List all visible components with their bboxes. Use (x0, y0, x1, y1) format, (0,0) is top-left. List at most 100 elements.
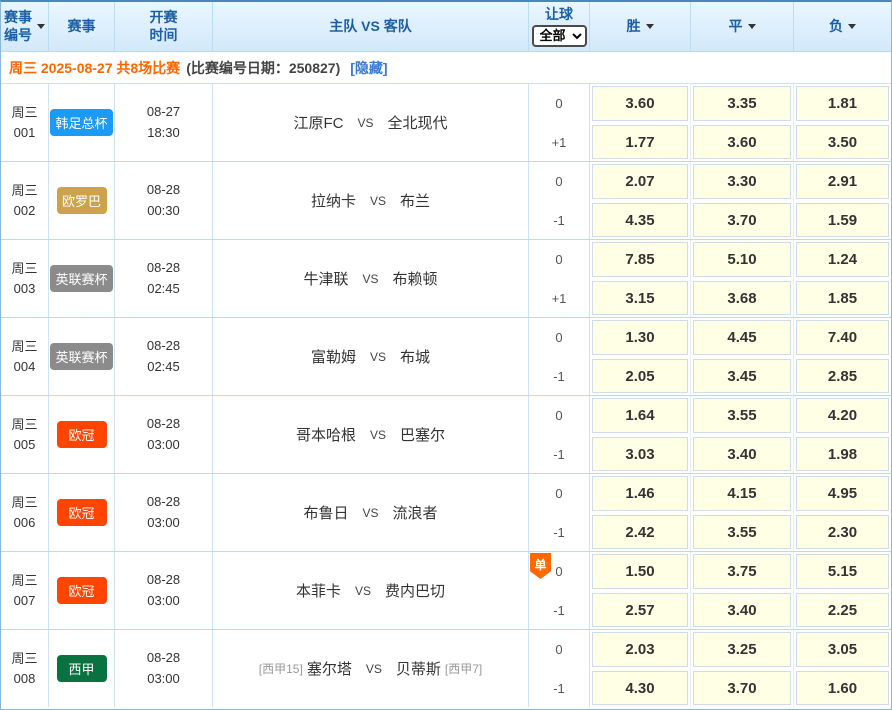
odds-draw[interactable]: 3.25 (693, 632, 791, 667)
odds-win[interactable]: 2.03 (592, 632, 688, 667)
col-league-label: 赛事 (68, 18, 96, 36)
league-cell: 欧冠 (49, 474, 115, 551)
handicap-filter-select[interactable]: 全部 (532, 25, 587, 47)
odds-win[interactable]: 1.64 (592, 398, 688, 433)
col-header-match-no[interactable]: 赛事 编号 (1, 2, 49, 51)
odds-lose[interactable]: 1.81 (796, 86, 889, 121)
teams-cell: 布鲁日 VS 流浪者 (213, 474, 529, 551)
odds-draw[interactable]: 4.45 (693, 320, 791, 355)
odds-win[interactable]: 2.57 (592, 593, 688, 627)
odds-cell: 7.40 (794, 318, 891, 357)
teams-cell: 哥本哈根 VS 巴塞尔 (213, 396, 529, 473)
odds-win[interactable]: 2.07 (592, 164, 688, 199)
odds-lose[interactable]: 1.98 (796, 437, 889, 471)
handicap-value: 0 (555, 408, 562, 423)
odds-win[interactable]: 2.42 (592, 515, 688, 549)
league-badge[interactable]: 西甲 (57, 655, 107, 682)
odds-draw[interactable]: 4.15 (693, 476, 791, 511)
handicap-value: 0 (555, 486, 562, 501)
odds-draw[interactable]: 3.30 (693, 164, 791, 199)
odds-win[interactable]: 3.60 (592, 86, 688, 121)
odds-lose[interactable]: 7.40 (796, 320, 889, 355)
odds-win[interactable]: 1.77 (592, 125, 688, 159)
league-badge[interactable]: 英联赛杯 (50, 343, 112, 370)
odds-cell: 3.60 (590, 84, 691, 123)
odds-lose[interactable]: 2.25 (796, 593, 889, 627)
odds-cell: 2.42 (590, 513, 691, 551)
odds-draw[interactable]: 3.70 (693, 671, 791, 705)
odds-cell: 3.03 (590, 435, 691, 473)
match-number-cell: 周三 004 (1, 318, 49, 395)
kickoff-date: 08-28 (147, 492, 180, 513)
lose-caret-icon[interactable] (848, 24, 856, 29)
draw-caret-icon[interactable] (748, 24, 756, 29)
league-badge[interactable]: 欧冠 (57, 421, 107, 448)
odds-lose[interactable]: 1.60 (796, 671, 889, 705)
kickoff-time: 18:30 (147, 123, 180, 144)
col-header-draw[interactable]: 平 (691, 2, 794, 51)
col-teams-label: 主队 VS 客队 (329, 18, 411, 36)
odds-draw[interactable]: 5.10 (693, 242, 791, 277)
odds-lose[interactable]: 2.91 (796, 164, 889, 199)
odds-draw[interactable]: 3.45 (693, 359, 791, 393)
odds-win[interactable]: 4.35 (592, 203, 688, 237)
odds-draw[interactable]: 3.75 (693, 554, 791, 589)
odds-lose[interactable]: 1.24 (796, 242, 889, 277)
odds-win[interactable]: 2.05 (592, 359, 688, 393)
odds-draw[interactable]: 3.60 (693, 125, 791, 159)
col-header-handicap: 让球 全部 (529, 2, 590, 51)
odds-lose[interactable]: 4.20 (796, 398, 889, 433)
league-badge[interactable]: 欧冠 (57, 499, 107, 526)
handicap-cell-bottom: +1 (529, 279, 590, 317)
odds-draw[interactable]: 3.40 (693, 593, 791, 627)
odds-cell: 4.30 (590, 669, 691, 707)
odds-lose[interactable]: 1.85 (796, 281, 889, 315)
kickoff-time: 02:45 (147, 279, 180, 300)
match-code-info: (比赛编号日期：250827) (186, 58, 340, 78)
odds-win[interactable]: 1.30 (592, 320, 688, 355)
odds-cell: 1.98 (794, 435, 891, 473)
odds-lose[interactable]: 3.50 (796, 125, 889, 159)
handicap-value: 0 (555, 174, 562, 189)
odds-lose[interactable]: 4.95 (796, 476, 889, 511)
handicap-cell-bottom: -1 (529, 357, 590, 395)
league-badge[interactable]: 韩足总杯 (50, 109, 112, 136)
odds-lose[interactable]: 2.85 (796, 359, 889, 393)
odds-win[interactable]: 1.50 (592, 554, 688, 589)
odds-draw[interactable]: 3.40 (693, 437, 791, 471)
handicap-value: +1 (552, 291, 567, 306)
col-header-time: 开赛 时间 (115, 2, 213, 51)
match-number-cell: 周三 007 (1, 552, 49, 629)
odds-win[interactable]: 7.85 (592, 242, 688, 277)
handicap-cell-bottom: -1 (529, 669, 590, 707)
odds-draw[interactable]: 3.35 (693, 86, 791, 121)
odds-lose[interactable]: 5.15 (796, 554, 889, 589)
odds-draw[interactable]: 3.55 (693, 515, 791, 549)
handicap-cell-top: 0 (529, 630, 590, 669)
match-row: 周三 008 西甲 08-28 03:00 [西甲15] 塞尔塔 VS 贝蒂斯 … (1, 630, 891, 708)
match-number-cell: 周三 003 (1, 240, 49, 317)
handicap-value: -1 (553, 681, 565, 696)
odds-lose[interactable]: 2.30 (796, 515, 889, 549)
odds-lose[interactable]: 3.05 (796, 632, 889, 667)
odds-draw[interactable]: 3.70 (693, 203, 791, 237)
odds-lose[interactable]: 1.59 (796, 203, 889, 237)
odds-win[interactable]: 1.46 (592, 476, 688, 511)
win-caret-icon[interactable] (646, 24, 654, 29)
league-cell: 韩足总杯 (49, 84, 115, 161)
handicap-cell-top: 0 (529, 318, 590, 357)
col-header-lose[interactable]: 负 (794, 2, 891, 51)
league-badge[interactable]: 英联赛杯 (50, 265, 112, 292)
sort-caret-icon[interactable] (37, 24, 45, 29)
hide-link[interactable]: [隐藏] (350, 58, 387, 78)
vs-label: VS (357, 116, 373, 130)
league-badge[interactable]: 欧冠 (57, 577, 107, 604)
odds-draw[interactable]: 3.68 (693, 281, 791, 315)
odds-win[interactable]: 4.30 (592, 671, 688, 705)
league-badge[interactable]: 欧罗巴 (57, 187, 107, 214)
odds-draw[interactable]: 3.55 (693, 398, 791, 433)
col-header-win[interactable]: 胜 (590, 2, 691, 51)
odds-win[interactable]: 3.03 (592, 437, 688, 471)
odds-cell: 4.95 (794, 474, 891, 513)
odds-win[interactable]: 3.15 (592, 281, 688, 315)
